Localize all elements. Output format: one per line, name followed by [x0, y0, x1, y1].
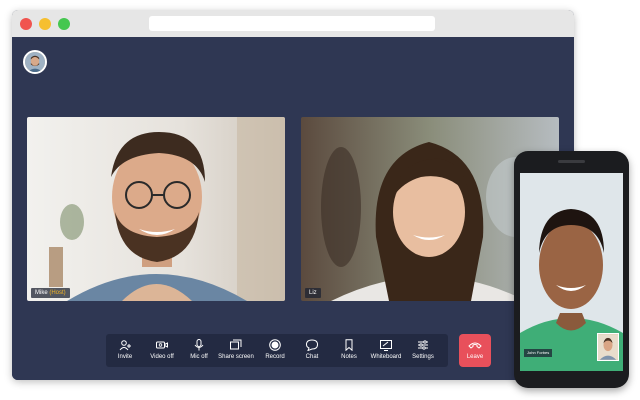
notes-button[interactable]: Notes	[330, 334, 368, 367]
mobile-phone: John Forbes	[514, 151, 629, 388]
phone-screen[interactable]: John Forbes	[520, 173, 623, 371]
mic-off-button[interactable]: Mic off	[180, 334, 218, 367]
phone-user-name: John Forbes	[527, 350, 550, 355]
close-window-button[interactable]	[20, 18, 32, 30]
host-badge: (Host)	[49, 290, 66, 296]
stage: Mike (Host) Liz Invite Video off Mic off…	[0, 0, 640, 400]
self-preview-feed	[598, 334, 618, 360]
invite-label: Invite	[117, 354, 133, 360]
share-screen-icon	[230, 339, 242, 350]
title-bar	[12, 10, 574, 37]
host-video-feed	[27, 117, 285, 301]
minimize-window-button[interactable]	[39, 18, 51, 30]
meeting-area: Mike (Host) Liz Invite Video off Mic off…	[12, 37, 574, 380]
phone-self-preview[interactable]	[597, 333, 619, 361]
share-screen-label: Share screen	[218, 354, 254, 360]
phone-speaker	[558, 160, 585, 163]
whiteboard-label: Whiteboard	[370, 354, 402, 360]
guest-name: Liz	[309, 290, 317, 296]
invite-button[interactable]: Invite	[106, 334, 144, 367]
bookmark-icon	[345, 339, 353, 351]
leave-label: Leave	[466, 354, 484, 360]
video-tile-host[interactable]: Mike (Host)	[27, 117, 285, 301]
record-label: Record	[265, 354, 285, 360]
sliders-icon	[418, 340, 428, 350]
microphone-icon	[194, 339, 204, 351]
self-avatar[interactable]	[23, 50, 47, 74]
guest-name-tag: Liz	[305, 288, 321, 298]
whiteboard-button[interactable]: Whiteboard	[367, 334, 405, 367]
chat-icon	[306, 339, 318, 351]
chat-button[interactable]: Chat	[293, 334, 331, 367]
video-off-label: Video off	[150, 354, 174, 360]
meeting-toolbar: Invite Video off Mic off Share screen Re…	[106, 334, 448, 367]
record-icon	[269, 339, 281, 351]
notes-label: Notes	[341, 354, 357, 360]
mic-off-label: Mic off	[190, 354, 208, 360]
video-off-button[interactable]: Video off	[143, 334, 181, 367]
host-name-tag: Mike (Host)	[31, 288, 70, 298]
host-name: Mike	[35, 290, 48, 296]
whiteboard-icon	[380, 340, 392, 351]
settings-label: Settings	[412, 354, 434, 360]
chat-label: Chat	[305, 354, 319, 360]
address-bar[interactable]	[149, 16, 435, 31]
hang-up-icon	[468, 342, 482, 349]
share-screen-button[interactable]: Share screen	[217, 334, 255, 367]
invite-icon	[119, 340, 131, 351]
camera-icon	[156, 341, 168, 349]
phone-user-name-tag: John Forbes	[524, 349, 553, 357]
maximize-window-button[interactable]	[58, 18, 70, 30]
record-button[interactable]: Record	[256, 334, 294, 367]
leave-button[interactable]: Leave	[459, 334, 491, 367]
browser-window: Mike (Host) Liz Invite Video off Mic off…	[12, 10, 574, 380]
settings-button[interactable]: Settings	[404, 334, 442, 367]
